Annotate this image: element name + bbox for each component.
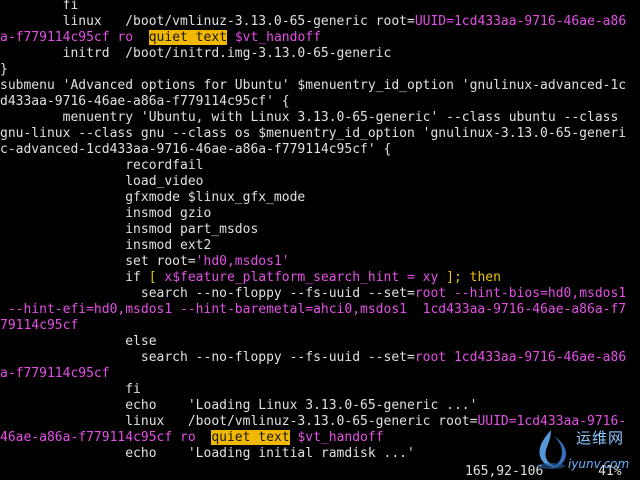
terminal-text-segment: fi bbox=[0, 0, 79, 13]
terminal-line: 79114c95cf bbox=[0, 318, 640, 334]
terminal-line: insmod part_msdos bbox=[0, 222, 640, 238]
terminal-text-segment: 46ae-a86a-f779114c95cf ro bbox=[0, 430, 212, 445]
terminal-text-segment: gfxmode $linux_gfx_mode bbox=[0, 190, 306, 205]
terminal-line: recordfail bbox=[0, 158, 640, 174]
terminal-text-segment: $vt_handoff bbox=[234, 30, 321, 45]
terminal-line: linux /boot/vmlinuz-3.13.0-65-generic ro… bbox=[0, 14, 640, 30]
terminal-text-segment: c-advanced-1cd433aa-9716-46ae-a86a-f7791… bbox=[0, 142, 392, 157]
terminal-line: a-f779114c95cf bbox=[0, 366, 640, 382]
watermark: 运维网 iyunv.com bbox=[528, 424, 638, 478]
terminal-text-segment: search --no-floppy --fs-uuid --set= bbox=[0, 286, 415, 301]
terminal-line: gnu-linux --class gnu --class os $menuen… bbox=[0, 126, 640, 142]
terminal-line: echo 'Loading Linux 3.13.0-65-generic ..… bbox=[0, 398, 640, 414]
terminal-text-segment: 'hd0,msdos1' bbox=[195, 254, 290, 269]
terminal-line: search --no-floppy --fs-uuid --set=root … bbox=[0, 350, 640, 366]
terminal-text-segment: search --no-floppy --fs-uuid --set= bbox=[0, 350, 415, 365]
terminal-text-segment: UUID=1cd433aa-9716-46ae-a86 bbox=[414, 14, 627, 29]
terminal-text-segment: [ bbox=[148, 270, 165, 285]
terminal-text-segment: root --hint-bios=hd0,msdos1 bbox=[414, 286, 627, 301]
terminal-line: fi bbox=[0, 382, 640, 398]
terminal-text-segment: 79114c95cf bbox=[0, 318, 79, 333]
terminal-line: gfxmode $linux_gfx_mode bbox=[0, 190, 640, 206]
terminal-text-segment: menuentry 'Ubuntu, with Linux 3.13.0-65-… bbox=[0, 110, 619, 125]
terminal-text-segment: else bbox=[0, 334, 157, 349]
terminal-text-segment: insmod ext2 bbox=[0, 238, 212, 253]
watermark-brand: 运维网 bbox=[576, 429, 625, 447]
terminal-buffer[interactable]: fi linux /boot/vmlinuz-3.13.0-65-generic… bbox=[0, 0, 640, 480]
terminal-line: a-f779114c95cf ro quiet text $vt_handoff bbox=[0, 30, 640, 46]
terminal-text-segment: fi bbox=[0, 382, 141, 397]
terminal-line: submenu 'Advanced options for Ubuntu' $m… bbox=[0, 78, 640, 94]
terminal-line: initrd /boot/initrd.img-3.13.0-65-generi… bbox=[0, 46, 640, 62]
terminal-text-segment: echo 'Loading initial ramdisk ...' bbox=[0, 446, 415, 461]
terminal-text-segment: } bbox=[0, 62, 8, 77]
terminal-text-segment: ]; then bbox=[438, 270, 501, 285]
terminal-text-segment: x$feature_platform_search_hint = xy bbox=[164, 270, 439, 285]
terminal-line: fi bbox=[0, 0, 640, 14]
terminal-line: c-advanced-1cd433aa-9716-46ae-a86a-f7791… bbox=[0, 142, 640, 158]
terminal-line: menuentry 'Ubuntu, with Linux 3.13.0-65-… bbox=[0, 110, 640, 126]
terminal-text-segment: load_video bbox=[0, 174, 204, 189]
terminal-text-segment: gnu-linux --class gnu --class os $menuen… bbox=[0, 126, 627, 141]
terminal-text-segment: recordfail bbox=[0, 158, 204, 173]
terminal-line: insmod ext2 bbox=[0, 238, 640, 254]
terminal-line: } bbox=[0, 62, 640, 78]
terminal-text-segment: $vt_handoff bbox=[297, 430, 384, 445]
terminal-line: --hint-efi=hd0,msdos1 --hint-baremetal=a… bbox=[0, 302, 640, 318]
terminal-text-segment: a-f779114c95cf bbox=[0, 366, 110, 381]
terminal-text-segment: if bbox=[0, 270, 149, 285]
terminal-text-segment: insmod part_msdos bbox=[0, 222, 259, 237]
terminal-text-segment: --hint-efi=hd0,msdos1 --hint-baremetal=a… bbox=[0, 302, 627, 317]
terminal-line: insmod gzio bbox=[0, 206, 640, 222]
terminal-line: load_video bbox=[0, 174, 640, 190]
terminal-line: d433aa-9716-46ae-a86a-f779114c95cf' { bbox=[0, 94, 640, 110]
terminal-text-segment: d433aa-9716-46ae-a86a-f779114c95cf' { bbox=[0, 94, 290, 109]
search-highlight: quiet text bbox=[211, 430, 290, 445]
watermark-url: iyunv.com bbox=[568, 457, 630, 471]
terminal-text-segment: set root= bbox=[0, 254, 196, 269]
terminal-line: search --no-floppy --fs-uuid --set=root … bbox=[0, 286, 640, 302]
terminal-text-segment: linux /boot/vmlinuz-3.13.0-65-generic ro… bbox=[0, 414, 478, 429]
search-highlight: quiet text bbox=[148, 30, 227, 45]
terminal-text-segment: insmod gzio bbox=[0, 206, 212, 221]
terminal-text-segment: root 1cd433aa-9716-46ae-a86 bbox=[414, 350, 627, 365]
terminal-text-segment: initrd /boot/initrd.img-3.13.0-65-generi… bbox=[0, 46, 392, 61]
terminal-line: if [ x$feature_platform_search_hint = xy… bbox=[0, 270, 640, 286]
terminal-line: set root='hd0,msdos1' bbox=[0, 254, 640, 270]
terminal-text-segment: submenu 'Advanced options for Ubuntu' $m… bbox=[0, 78, 627, 93]
terminal-text-segment: a-f779114c95cf ro bbox=[0, 30, 149, 45]
terminal-line: else bbox=[0, 334, 640, 350]
terminal-text-segment: linux /boot/vmlinuz-3.13.0-65-generic ro… bbox=[0, 14, 415, 29]
terminal-text-segment: echo 'Loading Linux 3.13.0-65-generic ..… bbox=[0, 398, 478, 413]
